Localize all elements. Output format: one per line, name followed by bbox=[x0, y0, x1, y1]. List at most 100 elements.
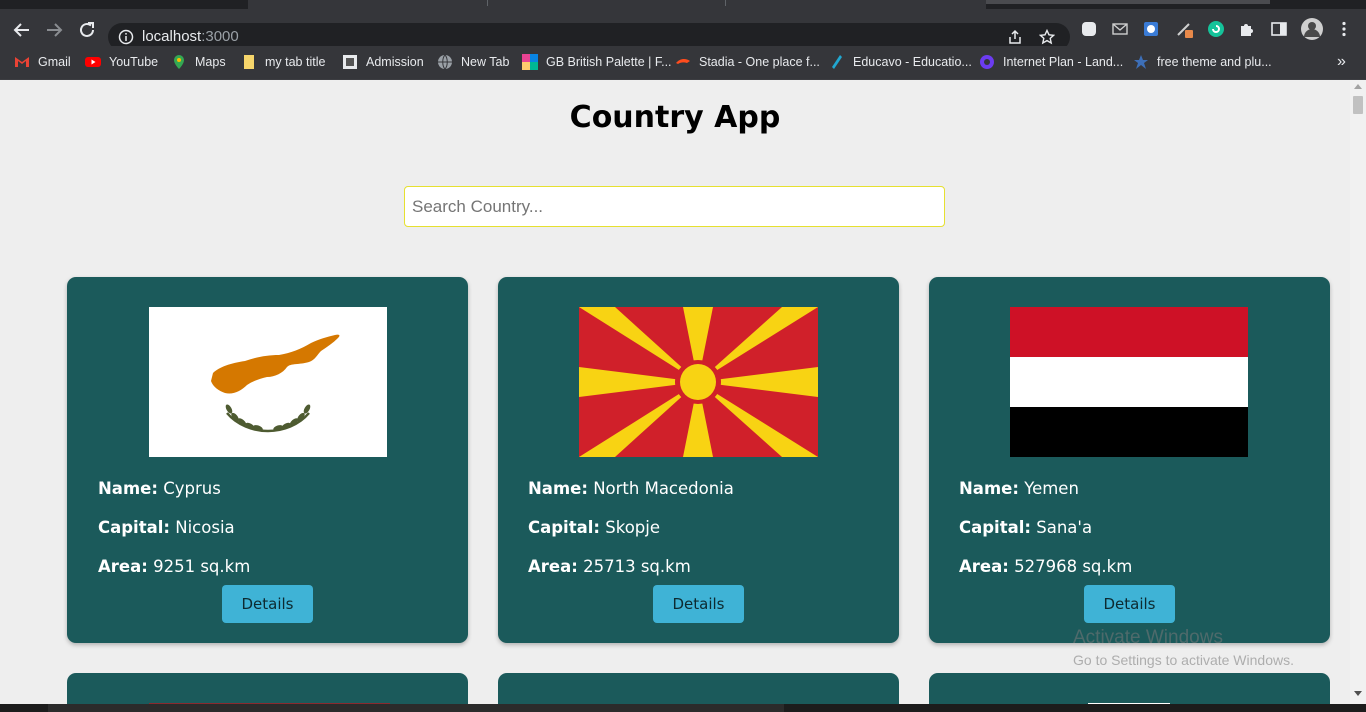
country-card: Name: Cyprus Capital: Nicosia Area: 9251… bbox=[67, 277, 468, 643]
country-capital: Skopje bbox=[605, 518, 660, 537]
extensions-puzzle-icon[interactable] bbox=[1238, 20, 1256, 38]
shield-extension-icon[interactable] bbox=[1142, 20, 1160, 38]
url-port: :3000 bbox=[201, 28, 239, 45]
country-capital: Sana'a bbox=[1036, 518, 1093, 537]
bookmark-gmail[interactable]: Gmail bbox=[14, 53, 71, 71]
bookmark-youtube[interactable]: YouTube bbox=[85, 53, 158, 71]
name-label: Name: bbox=[98, 479, 158, 498]
bookmark-admission[interactable]: Admission bbox=[342, 53, 424, 71]
bookmark-internet-plan[interactable]: Internet Plan - Land... bbox=[979, 53, 1123, 71]
capital-label: Capital: bbox=[98, 518, 170, 537]
name-label: Name: bbox=[528, 479, 588, 498]
details-button[interactable]: Details bbox=[653, 585, 744, 623]
cyprus-flag bbox=[149, 307, 387, 457]
scroll-up-icon[interactable] bbox=[1354, 84, 1362, 89]
share-icon[interactable] bbox=[1007, 29, 1023, 45]
bookmark-page-icon bbox=[244, 55, 254, 69]
theme-icon bbox=[1134, 55, 1148, 69]
country-name-row: Name: Cyprus bbox=[98, 479, 221, 498]
bookmark-label: Gmail bbox=[38, 55, 71, 69]
kebab-menu-icon[interactable] bbox=[1335, 20, 1353, 38]
stadia-icon bbox=[676, 58, 690, 64]
extension-icon[interactable] bbox=[1080, 20, 1098, 38]
bookmark-label: Stadia - One place f... bbox=[699, 55, 820, 69]
browser-toolbar: localhost:3000 bbox=[0, 9, 1366, 51]
bookmark-label: free theme and plu... bbox=[1157, 55, 1272, 69]
bookmark-label: my tab title bbox=[265, 55, 326, 69]
page-title: Country App bbox=[569, 100, 781, 135]
site-info-icon[interactable] bbox=[118, 29, 134, 45]
taskbar bbox=[0, 704, 1366, 712]
bookmark-label: New Tab bbox=[461, 55, 510, 69]
youtube-icon bbox=[85, 57, 101, 67]
bookmark-new-tab[interactable]: New Tab bbox=[437, 53, 509, 71]
internet-plan-icon bbox=[980, 55, 994, 69]
url-host: localhost bbox=[142, 28, 202, 45]
yemen-flag-image bbox=[1010, 307, 1248, 457]
avatar[interactable] bbox=[1301, 18, 1323, 40]
details-button[interactable]: Details bbox=[1084, 585, 1175, 623]
bookmark-label: GB British Palette | F... bbox=[546, 55, 672, 69]
reload-icon bbox=[80, 22, 94, 37]
pen-extension-icon[interactable] bbox=[1175, 20, 1193, 38]
tab-strip bbox=[0, 0, 1366, 9]
country-name: Yemen bbox=[1024, 479, 1079, 498]
bookmark-star-icon[interactable] bbox=[1039, 29, 1055, 45]
url-text[interactable]: localhost:3000 bbox=[142, 28, 239, 45]
scrollbar-thumb[interactable] bbox=[1353, 96, 1363, 114]
vertical-scrollbar[interactable] bbox=[1350, 80, 1366, 712]
country-area-row: Area: 527968 sq.km bbox=[959, 557, 1132, 576]
search-input[interactable] bbox=[404, 186, 945, 227]
scroll-down-icon[interactable] bbox=[1354, 691, 1362, 696]
forward-button[interactable] bbox=[42, 18, 66, 42]
bookmark-my-tab-title[interactable]: my tab title bbox=[241, 53, 325, 71]
grammarly-icon[interactable] bbox=[1207, 20, 1225, 38]
back-arrow-icon bbox=[13, 23, 29, 37]
country-capital-row: Capital: Nicosia bbox=[98, 518, 235, 537]
country-card: Name: North Macedonia Capital: Skopje Ar… bbox=[498, 277, 899, 643]
name-label: Name: bbox=[959, 479, 1019, 498]
country-area: 527968 sq.km bbox=[1014, 557, 1133, 576]
cyprus-flag-image bbox=[149, 307, 387, 457]
bookmark-educavo[interactable]: Educavo - Educatio... bbox=[829, 53, 972, 71]
taskbar-apps bbox=[48, 704, 784, 712]
tab-separator bbox=[725, 0, 726, 6]
gmail-icon bbox=[15, 57, 29, 67]
forward-arrow-icon bbox=[47, 23, 63, 37]
country-name-row: Name: Yemen bbox=[959, 479, 1079, 498]
area-label: Area: bbox=[959, 557, 1009, 576]
bookmark-british-palette[interactable]: GB British Palette | F... bbox=[522, 53, 672, 71]
maps-icon bbox=[174, 55, 184, 69]
area-label: Area: bbox=[98, 557, 148, 576]
tab-inactive[interactable] bbox=[986, 0, 1270, 4]
bookmarks-overflow-icon[interactable]: » bbox=[1337, 53, 1346, 71]
details-button[interactable]: Details bbox=[222, 585, 313, 623]
bookmark-label: Internet Plan - Land... bbox=[1003, 55, 1124, 69]
north-macedonia-flag bbox=[579, 307, 818, 457]
bookmark-stadia[interactable]: Stadia - One place f... bbox=[675, 53, 820, 71]
yemen-flag bbox=[1010, 307, 1248, 457]
back-button[interactable] bbox=[10, 18, 34, 42]
globe-icon bbox=[438, 54, 452, 70]
palette-icon bbox=[522, 54, 538, 70]
bookmark-label: Maps bbox=[195, 55, 226, 69]
country-card: Name: Yemen Capital: Sana'a Area: 527968… bbox=[929, 277, 1330, 643]
country-capital: Nicosia bbox=[175, 518, 235, 537]
page-content: Country App Search Country... Name: Cypr… bbox=[0, 80, 1350, 712]
bookmark-label: YouTube bbox=[109, 55, 159, 69]
country-name-row: Name: North Macedonia bbox=[528, 479, 734, 498]
bookmark-free-theme[interactable]: free theme and plu... bbox=[1133, 53, 1272, 71]
active-tab[interactable] bbox=[248, 0, 986, 9]
educavo-icon bbox=[832, 55, 842, 69]
side-panel-icon[interactable] bbox=[1270, 20, 1288, 38]
bookmark-maps[interactable]: Maps bbox=[171, 53, 226, 71]
country-name: Cyprus bbox=[163, 479, 221, 498]
north-macedonia-flag-image bbox=[579, 307, 818, 457]
reload-button[interactable] bbox=[75, 18, 99, 42]
area-label: Area: bbox=[528, 557, 578, 576]
country-area-row: Area: 9251 sq.km bbox=[98, 557, 250, 576]
mail-extension-icon[interactable] bbox=[1111, 20, 1129, 38]
capital-label: Capital: bbox=[528, 518, 600, 537]
country-capital-row: Capital: Sana'a bbox=[959, 518, 1092, 537]
tab-separator bbox=[487, 0, 488, 6]
